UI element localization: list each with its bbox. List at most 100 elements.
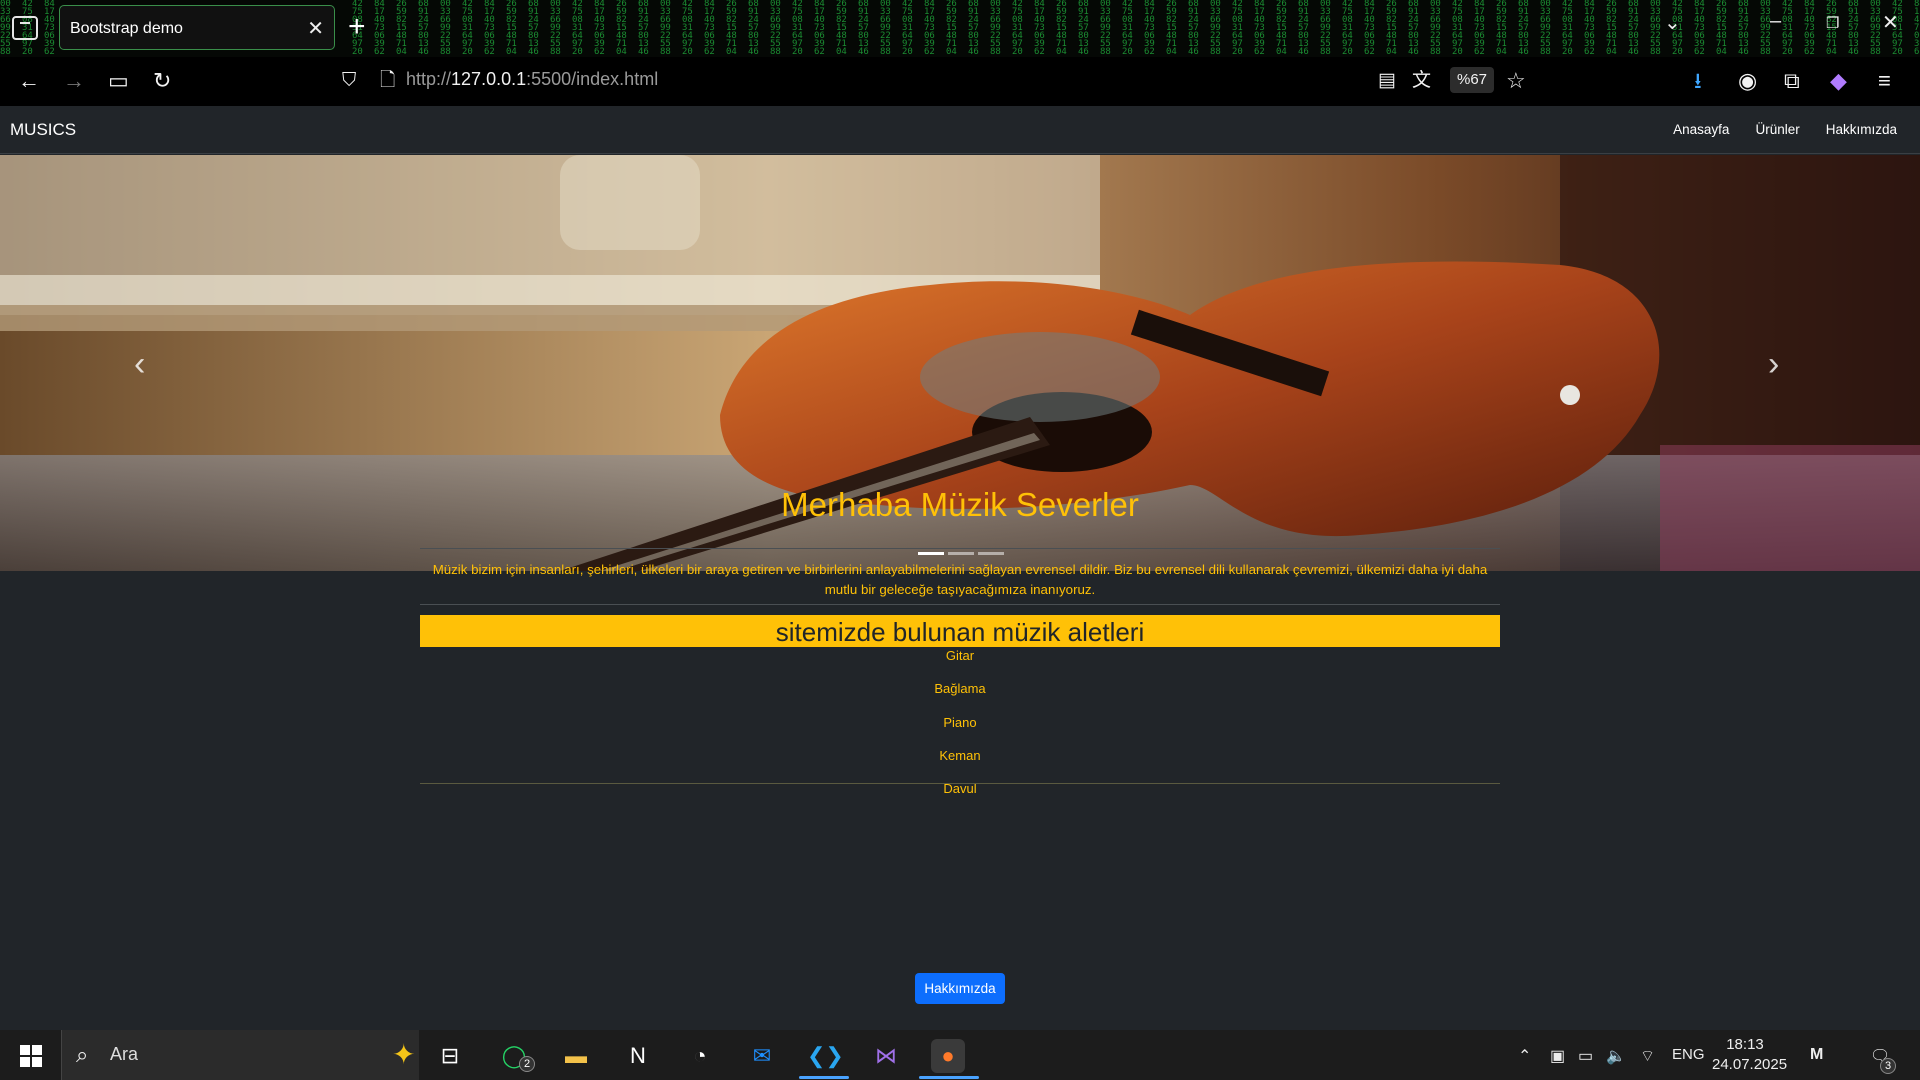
taskbar-clock[interactable]: 18:13 24.07.2025 — [1712, 1035, 1787, 1075]
matrix-column: 84 17 40 73 06 39 62 — [814, 0, 825, 57]
matrix-column: 26 59 82 15 48 71 04 — [1496, 0, 1507, 57]
ai-assistant-icon[interactable]: ◆ — [1830, 69, 1847, 93]
close-tab-icon[interactable]: ✕ — [307, 16, 324, 41]
new-tab-icon[interactable]: + — [348, 10, 366, 44]
task-view-icon[interactable]: ⊟ — [433, 1039, 467, 1073]
matrix-column: 00 33 66 99 22 55 88 — [1540, 0, 1551, 57]
taskbar-search[interactable]: ⌕ Ara ✦ — [61, 1030, 419, 1080]
menu-icon[interactable]: ≡ — [1878, 69, 1891, 93]
matrix-column: 42 75 08 31 64 97 20 — [1012, 0, 1023, 57]
carousel-prev-icon[interactable]: ‹ — [134, 345, 145, 384]
matrix-column: 68 91 24 57 80 13 46 — [1848, 0, 1859, 57]
matrix-column: 42 75 08 31 64 97 20 — [1782, 0, 1793, 57]
carousel-indicator[interactable] — [918, 552, 944, 555]
matrix-column: 00 33 66 99 22 55 88 — [1430, 0, 1441, 57]
matrix-column: 00 33 66 99 22 55 88 — [880, 0, 891, 57]
divider-bottom — [420, 783, 1500, 784]
reload-icon[interactable]: ↻ — [153, 69, 171, 93]
taskbar: ⌕ Ara ✦ ⊟ ◯ 2 ▬ N ◔ ✉ ❮❯ ⋈ ● ⌃ ▣ ▭ 🔈 ⌔ E… — [0, 1030, 1920, 1080]
url-path: :5500/index.html — [526, 69, 659, 89]
browser-tab[interactable]: Bootstrap demo ✕ — [59, 5, 335, 50]
shield-icon[interactable]: ⛉ — [342, 69, 356, 93]
carousel-indicator[interactable] — [978, 552, 1004, 555]
web-page: MUSICS Anasayfa Ürünler Hakkımızda ‹ › M… — [0, 106, 1920, 1030]
extensions-icon[interactable]: ⧉ — [1784, 69, 1800, 93]
close-window-icon[interactable]: ✕ — [1882, 10, 1899, 35]
device-icon[interactable]: ▣ — [1550, 1046, 1565, 1066]
matrix-column: 68 91 24 57 80 13 46 — [1628, 0, 1639, 57]
firefox-running-indicator — [919, 1076, 979, 1079]
instrument-item: Davul — [943, 781, 977, 797]
notification-badge: 3 — [1880, 1058, 1896, 1074]
bookmark-star-icon[interactable]: ☆ — [1506, 69, 1526, 93]
matrix-column: 84 17 40 73 06 39 62 — [1034, 0, 1045, 57]
app-tray-icon[interactable]: M — [1810, 1046, 1823, 1064]
matrix-column: 68 91 24 57 80 13 46 — [1188, 0, 1199, 57]
url-host: 127.0.0.1 — [451, 69, 527, 89]
account-icon[interactable]: ◉ — [1738, 69, 1757, 93]
sidebar-icon[interactable]: ▭ — [108, 69, 129, 93]
matrix-column: 68 91 24 57 80 13 46 — [1518, 0, 1529, 57]
matrix-column: 68 91 24 57 80 13 46 — [858, 0, 869, 57]
instrument-item: Keman — [939, 747, 981, 763]
firefox-icon[interactable]: ● — [931, 1039, 965, 1073]
intro-paragraph: Müzik bizim için insanları, şehirleri, ü… — [432, 562, 1488, 597]
tab-list-icon[interactable] — [12, 16, 38, 40]
matrix-column: 68 91 24 57 80 13 46 — [1298, 0, 1309, 57]
matrix-column: 84 17 40 73 06 39 62 — [1254, 0, 1265, 57]
vscode-icon[interactable]: ❮❯ — [807, 1039, 844, 1073]
matrix-column: 42 75 08 31 64 97 20 — [1232, 0, 1243, 57]
matrix-column: 84 17 40 73 06 39 62 — [1364, 0, 1375, 57]
vscode-running-indicator — [799, 1076, 849, 1079]
minimize-icon[interactable]: – — [1770, 10, 1781, 33]
battery-icon[interactable]: ▭ — [1578, 1046, 1593, 1066]
matrix-column: 68 91 24 57 80 13 46 — [748, 0, 759, 57]
restore-icon[interactable]: ❐ — [1826, 14, 1839, 32]
nav-link-about[interactable]: Hakkımızda — [1826, 122, 1897, 137]
outlook-icon[interactable]: ✉ — [745, 1039, 779, 1073]
matrix-column: 84 17 40 73 06 39 62 — [1474, 0, 1485, 57]
carousel-indicator[interactable] — [948, 552, 974, 555]
copilot-sparkle-icon[interactable]: ✦ — [392, 1038, 415, 1071]
matrix-column: 26 59 82 15 48 71 04 — [1716, 0, 1727, 57]
about-button[interactable]: Hakkımızda — [915, 973, 1005, 1004]
site-brand[interactable]: MUSICS — [10, 120, 76, 140]
matrix-column: 84 17 40 73 06 39 62 — [1694, 0, 1705, 57]
matrix-column: 84 17 40 73 06 39 62 — [484, 0, 495, 57]
matrix-column: 42 75 08 31 64 97 20 — [1342, 0, 1353, 57]
instrument-item: Gitar — [945, 648, 975, 663]
tray-overflow-icon[interactable]: ⌃ — [1518, 1046, 1531, 1066]
windows-start-icon[interactable] — [20, 1045, 42, 1067]
matrix-column: 26 59 82 15 48 71 04 — [1276, 0, 1287, 57]
page-info-icon[interactable]: 🗋 — [380, 69, 395, 93]
nav-link-home[interactable]: Anasayfa — [1673, 122, 1729, 137]
notion-icon[interactable]: N — [621, 1039, 655, 1073]
matrix-column: 84 17 40 73 06 39 62 — [374, 0, 385, 57]
matrix-column: 84 17 40 73 06 39 62 — [1914, 0, 1920, 57]
site-navbar: MUSICS Anasayfa Ürünler Hakkımızda — [0, 106, 1920, 154]
visual-studio-icon[interactable]: ⋈ — [869, 1039, 903, 1073]
divider-top — [420, 548, 1500, 549]
back-icon[interactable]: ← — [18, 69, 40, 93]
nav-link-products[interactable]: Ürünler — [1755, 122, 1799, 137]
matrix-column: 68 91 24 57 80 13 46 — [638, 0, 649, 57]
clock-app-icon[interactable]: ◔ — [683, 1039, 717, 1073]
wifi-icon[interactable]: ⌔ — [1640, 1046, 1655, 1066]
volume-icon[interactable]: 🔈 — [1606, 1046, 1626, 1066]
reader-view-icon[interactable]: ▤ — [1378, 69, 1396, 93]
translate-icon[interactable]: 文 — [1412, 69, 1431, 93]
language-indicator[interactable]: ENG — [1672, 1046, 1705, 1063]
tab-overflow-chevron-icon[interactable]: ⌄ — [1664, 10, 1681, 35]
matrix-column: 26 59 82 15 48 71 04 — [836, 0, 847, 57]
zoom-level[interactable]: %67 — [1450, 67, 1494, 93]
matrix-column: 26 59 82 15 48 71 04 — [616, 0, 627, 57]
carousel-next-icon[interactable]: › — [1768, 345, 1779, 384]
forward-icon[interactable]: → — [63, 69, 85, 93]
url-bar[interactable]: http://127.0.0.1:5500/index.html — [406, 69, 658, 90]
download-icon[interactable]: ⭳ — [1694, 69, 1702, 93]
file-explorer-icon[interactable]: ▬ — [559, 1039, 593, 1073]
matrix-column: 68 91 24 57 80 13 46 — [418, 0, 429, 57]
instrument-item: Bağlama — [934, 681, 986, 697]
matrix-column: 00 33 66 99 22 55 88 — [1100, 0, 1111, 57]
url-scheme: http:// — [406, 69, 452, 89]
